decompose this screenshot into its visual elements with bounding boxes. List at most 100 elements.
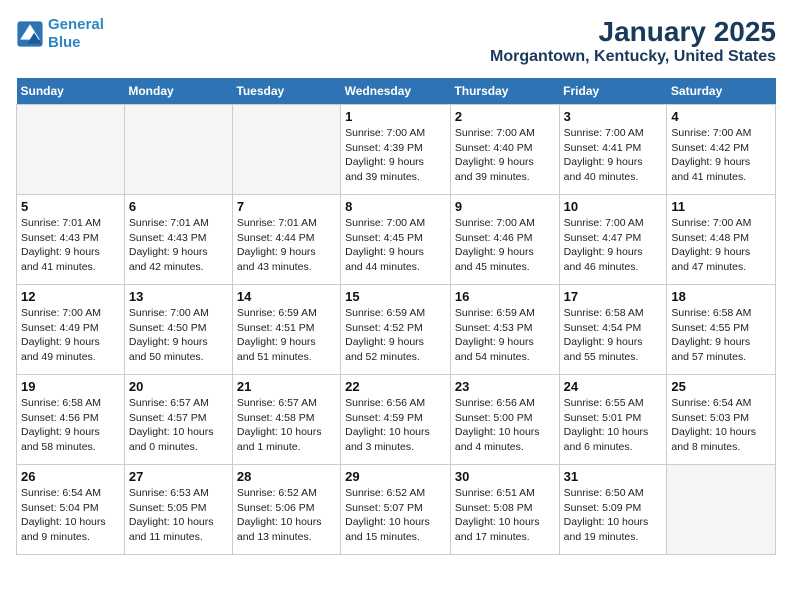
day-cell: 1 Sunrise: 7:00 AM Sunset: 4:39 PM Daylig… [341,105,451,195]
day-number: 11 [671,199,771,214]
day-cell [17,105,125,195]
day-number: 23 [455,379,555,394]
day-info: Sunrise: 6:59 AM Sunset: 4:52 PM Dayligh… [345,306,446,365]
calendar-table: Sunday Monday Tuesday Wednesday Thursday… [16,78,776,555]
day-info: Sunrise: 7:00 AM Sunset: 4:45 PM Dayligh… [345,216,446,275]
day-number: 9 [455,199,555,214]
day-info: Sunrise: 7:00 AM Sunset: 4:49 PM Dayligh… [21,306,120,365]
day-cell [124,105,232,195]
day-number: 18 [671,289,771,304]
day-cell: 18Sunrise: 6:58 AM Sunset: 4:55 PM Dayli… [667,285,776,375]
day-info: Sunrise: 7:01 AM Sunset: 4:44 PM Dayligh… [237,216,336,275]
day-info: Sunrise: 7:00 AM Sunset: 4:48 PM Dayligh… [671,216,771,275]
day-number: 4 [671,109,771,124]
calendar-header-row: Sunday Monday Tuesday Wednesday Thursday… [17,78,776,105]
calendar-title: January 2025 [490,16,776,48]
day-info: Sunrise: 6:58 AM Sunset: 4:56 PM Dayligh… [21,396,120,455]
day-number: 14 [237,289,336,304]
day-info: Sunrise: 6:56 AM Sunset: 5:00 PM Dayligh… [455,396,555,455]
day-info: Sunrise: 7:00 AM Sunset: 4:42 PM Dayligh… [671,126,771,185]
day-number: 27 [129,469,228,484]
day-number: 12 [21,289,120,304]
day-cell [232,105,340,195]
col-thursday: Thursday [450,78,559,105]
calendar-subtitle: Morgantown, Kentucky, United States [490,48,776,66]
day-cell: 9 Sunrise: 7:00 AM Sunset: 4:46 PM Daylig… [450,195,559,285]
day-number: 29 [345,469,446,484]
day-cell: 26 Sunrise: 6:54 AM Sunset: 5:04 PM Dayli… [17,465,125,555]
day-info: Sunrise: 6:51 AM Sunset: 5:08 PM Dayligh… [455,486,555,545]
day-number: 30 [455,469,555,484]
week-row-5: 26 Sunrise: 6:54 AM Sunset: 5:04 PM Dayli… [17,465,776,555]
day-number: 1 [345,109,446,124]
day-cell: 30 Sunrise: 6:51 AM Sunset: 5:08 PM Dayli… [450,465,559,555]
day-number: 13 [129,289,228,304]
day-info: Sunrise: 6:59 AM Sunset: 4:53 PM Dayligh… [455,306,555,365]
day-number: 6 [129,199,228,214]
page-container: General Blue January 2025 Morgantown, Ke… [16,16,776,555]
week-row-2: 5 Sunrise: 7:01 AM Sunset: 4:43 PM Daylig… [17,195,776,285]
day-info: Sunrise: 6:54 AM Sunset: 5:03 PM Dayligh… [671,396,771,455]
col-monday: Monday [124,78,232,105]
day-cell: 24Sunrise: 6:55 AM Sunset: 5:01 PM Dayli… [559,375,667,465]
header: General Blue January 2025 Morgantown, Ke… [16,16,776,66]
day-cell: 3Sunrise: 7:00 AM Sunset: 4:41 PM Daylig… [559,105,667,195]
day-info: Sunrise: 7:00 AM Sunset: 4:47 PM Dayligh… [564,216,663,275]
day-cell: 27 Sunrise: 6:53 AM Sunset: 5:05 PM Dayli… [124,465,232,555]
day-number: 5 [21,199,120,214]
day-info: Sunrise: 6:55 AM Sunset: 5:01 PM Dayligh… [564,396,663,455]
day-cell: 4 Sunrise: 7:00 AM Sunset: 4:42 PM Daylig… [667,105,776,195]
day-cell: 6 Sunrise: 7:01 AM Sunset: 4:43 PM Daylig… [124,195,232,285]
day-cell: 2 Sunrise: 7:00 AM Sunset: 4:40 PM Daylig… [450,105,559,195]
day-info: Sunrise: 7:00 AM Sunset: 4:39 PM Dayligh… [345,126,446,185]
col-wednesday: Wednesday [341,78,451,105]
day-info: Sunrise: 7:00 AM Sunset: 4:40 PM Dayligh… [455,126,555,185]
day-number: 31 [564,469,663,484]
day-cell: 23 Sunrise: 6:56 AM Sunset: 5:00 PM Dayli… [450,375,559,465]
day-cell: 25Sunrise: 6:54 AM Sunset: 5:03 PM Dayli… [667,375,776,465]
day-info: Sunrise: 6:52 AM Sunset: 5:07 PM Dayligh… [345,486,446,545]
day-number: 26 [21,469,120,484]
day-cell: 15Sunrise: 6:59 AM Sunset: 4:52 PM Dayli… [341,285,451,375]
day-info: Sunrise: 6:59 AM Sunset: 4:51 PM Dayligh… [237,306,336,365]
logo-text: General Blue [48,16,104,52]
day-info: Sunrise: 6:57 AM Sunset: 4:58 PM Dayligh… [237,396,336,455]
day-info: Sunrise: 6:58 AM Sunset: 4:54 PM Dayligh… [564,306,663,365]
col-saturday: Saturday [667,78,776,105]
day-cell: 19 Sunrise: 6:58 AM Sunset: 4:56 PM Dayli… [17,375,125,465]
day-cell: 13 Sunrise: 7:00 AM Sunset: 4:50 PM Dayli… [124,285,232,375]
day-number: 8 [345,199,446,214]
day-cell: 21Sunrise: 6:57 AM Sunset: 4:58 PM Dayli… [232,375,340,465]
day-number: 2 [455,109,555,124]
day-number: 28 [237,469,336,484]
title-block: January 2025 Morgantown, Kentucky, Unite… [490,16,776,66]
day-number: 19 [21,379,120,394]
week-row-3: 12 Sunrise: 7:00 AM Sunset: 4:49 PM Dayli… [17,285,776,375]
day-cell: 7 Sunrise: 7:01 AM Sunset: 4:44 PM Daylig… [232,195,340,285]
day-cell: 12 Sunrise: 7:00 AM Sunset: 4:49 PM Dayli… [17,285,125,375]
day-cell: 20 Sunrise: 6:57 AM Sunset: 4:57 PM Dayli… [124,375,232,465]
day-cell: 8 Sunrise: 7:00 AM Sunset: 4:45 PM Daylig… [341,195,451,285]
col-friday: Friday [559,78,667,105]
day-cell: 22Sunrise: 6:56 AM Sunset: 4:59 PM Dayli… [341,375,451,465]
day-number: 10 [564,199,663,214]
logo-icon [16,20,44,48]
day-number: 16 [455,289,555,304]
day-cell: 11 Sunrise: 7:00 AM Sunset: 4:48 PM Dayli… [667,195,776,285]
day-info: Sunrise: 6:54 AM Sunset: 5:04 PM Dayligh… [21,486,120,545]
day-info: Sunrise: 6:57 AM Sunset: 4:57 PM Dayligh… [129,396,228,455]
day-cell: 10 Sunrise: 7:00 AM Sunset: 4:47 PM Dayli… [559,195,667,285]
day-info: Sunrise: 6:53 AM Sunset: 5:05 PM Dayligh… [129,486,228,545]
day-cell: 28Sunrise: 6:52 AM Sunset: 5:06 PM Dayli… [232,465,340,555]
day-number: 17 [564,289,663,304]
day-number: 7 [237,199,336,214]
col-tuesday: Tuesday [232,78,340,105]
day-info: Sunrise: 7:01 AM Sunset: 4:43 PM Dayligh… [129,216,228,275]
day-number: 22 [345,379,446,394]
day-cell: 5Sunrise: 7:01 AM Sunset: 4:43 PM Daylig… [17,195,125,285]
day-cell [667,465,776,555]
day-cell: 16 Sunrise: 6:59 AM Sunset: 4:53 PM Dayli… [450,285,559,375]
day-number: 20 [129,379,228,394]
day-info: Sunrise: 7:00 AM Sunset: 4:50 PM Dayligh… [129,306,228,365]
day-info: Sunrise: 7:00 AM Sunset: 4:46 PM Dayligh… [455,216,555,275]
